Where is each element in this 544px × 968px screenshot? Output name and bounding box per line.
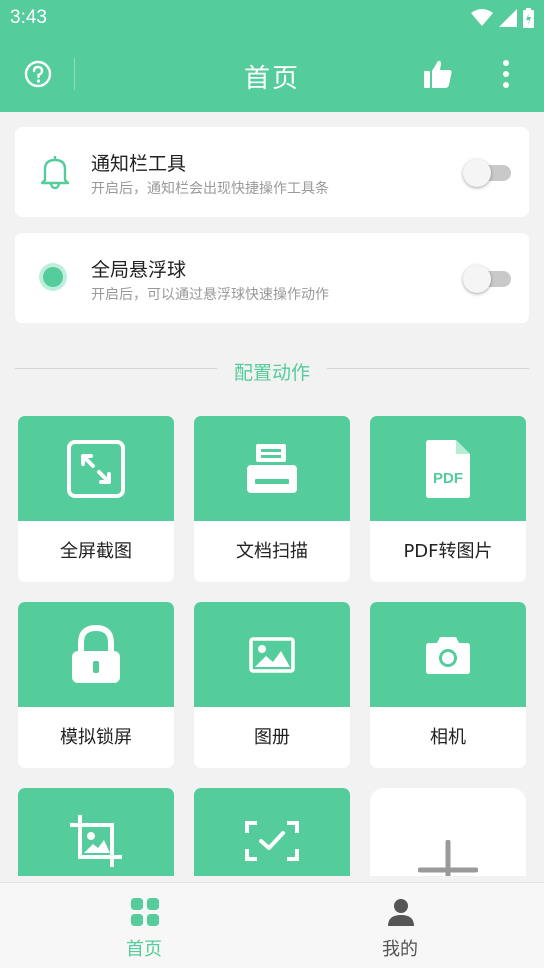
action-tile-camera[interactable]: 相机 bbox=[370, 602, 526, 768]
fullscreen-capture-icon bbox=[67, 439, 125, 498]
action-grid: 全屏截图 文档扫描 PDF PDF转图片 模拟锁屏 图册 相机 bbox=[0, 380, 544, 876]
tile-icon-area bbox=[18, 416, 174, 521]
section-divider: 配置动作 bbox=[15, 358, 529, 384]
tile-icon-area bbox=[194, 602, 350, 707]
divider-line-right bbox=[327, 368, 529, 369]
tile-icon-area bbox=[18, 602, 174, 707]
scan-check-icon bbox=[245, 820, 299, 861]
action-tile-fake-lockscreen[interactable]: 模拟锁屏 bbox=[18, 602, 174, 768]
person-icon bbox=[388, 899, 414, 926]
tile-label: 全屏截图 bbox=[60, 541, 132, 562]
action-tile-scan-check[interactable] bbox=[194, 788, 350, 876]
tile-icon-area bbox=[370, 602, 526, 707]
crop-image-icon bbox=[70, 814, 122, 867]
nav-home[interactable]: 首页 bbox=[8, 883, 280, 968]
action-tile-fullscreen-capture[interactable]: 全屏截图 bbox=[18, 416, 174, 582]
wifi-icon bbox=[471, 9, 493, 26]
floating-ball-card[interactable]: 全局悬浮球 开启后，可以通过悬浮球快速操作动作 bbox=[15, 233, 529, 323]
tile-icon-area bbox=[194, 416, 350, 521]
nav-mine[interactable]: 我的 bbox=[264, 883, 536, 968]
battery-icon bbox=[523, 8, 534, 28]
toggle-knob bbox=[463, 159, 491, 187]
tile-label: PDF转图片 bbox=[403, 541, 493, 562]
add-icon bbox=[418, 840, 478, 876]
action-tile-add[interactable] bbox=[370, 788, 526, 876]
floating-ball-icon bbox=[39, 263, 67, 291]
status-time: 3:43 bbox=[10, 7, 47, 28]
tile-icon-area bbox=[18, 788, 174, 876]
tile-icon-area: PDF bbox=[370, 416, 526, 521]
signal-icon bbox=[499, 9, 517, 27]
tile-label: 模拟锁屏 bbox=[60, 727, 132, 748]
tile-label: 图册 bbox=[254, 727, 290, 748]
pdf-file-icon: PDF bbox=[426, 439, 470, 498]
pdf-icon-text: PDF bbox=[433, 470, 463, 487]
floating-ball-toggle[interactable] bbox=[463, 265, 513, 293]
tile-label: 文档扫描 bbox=[236, 541, 308, 562]
bottom-navigation: 首页 我的 bbox=[0, 882, 544, 968]
page-title: 首页 bbox=[243, 64, 300, 94]
setting-title: 通知栏工具 bbox=[91, 153, 187, 175]
bell-icon bbox=[40, 156, 70, 189]
status-bar: 3:43 bbox=[0, 0, 544, 36]
tile-label: 相机 bbox=[430, 727, 466, 748]
notification-toolbar-card[interactable]: 通知栏工具 开启后，通知栏会出现快捷操作工具条 bbox=[15, 127, 529, 217]
action-tile-crop-image[interactable] bbox=[18, 788, 174, 876]
lock-icon bbox=[72, 624, 120, 683]
action-tile-pdf-to-image[interactable]: PDF PDF转图片 bbox=[370, 416, 526, 582]
notification-toolbar-toggle[interactable] bbox=[463, 159, 513, 187]
setting-subtitle: 开启后，可以通过悬浮球快速操作动作 bbox=[91, 287, 329, 303]
tile-icon-area bbox=[194, 788, 350, 876]
status-icons bbox=[471, 8, 534, 28]
nav-label: 首页 bbox=[126, 939, 162, 960]
toggle-knob bbox=[463, 265, 491, 293]
nav-label: 我的 bbox=[382, 939, 418, 960]
more-vertical-icon[interactable] bbox=[500, 58, 512, 90]
camera-icon bbox=[426, 636, 470, 674]
app-bar: 首页 bbox=[0, 36, 544, 112]
setting-subtitle: 开启后，通知栏会出现快捷操作工具条 bbox=[91, 181, 329, 197]
action-tile-gallery[interactable]: 图册 bbox=[194, 602, 350, 768]
gallery-icon bbox=[249, 636, 295, 673]
setting-title: 全局悬浮球 bbox=[91, 259, 187, 281]
home-grid-icon bbox=[131, 898, 159, 926]
thumbs-up-icon[interactable] bbox=[422, 58, 454, 90]
action-tile-document-scan[interactable]: 文档扫描 bbox=[194, 416, 350, 582]
scanner-icon bbox=[247, 443, 297, 493]
